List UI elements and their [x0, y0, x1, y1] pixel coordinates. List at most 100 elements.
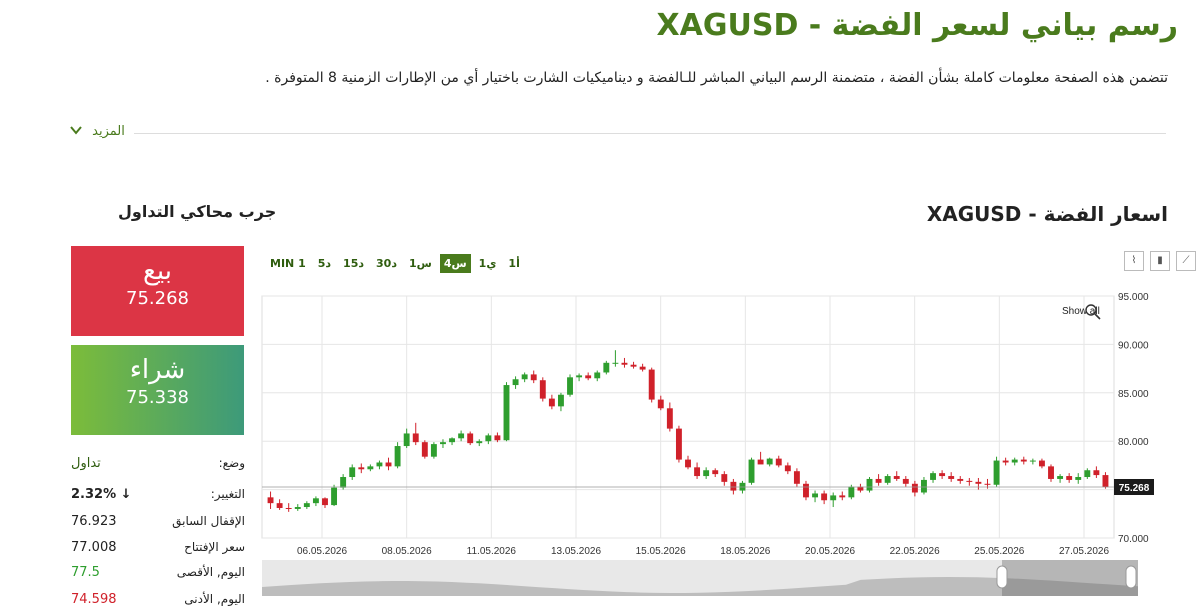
- navigator-handle-right[interactable]: [1125, 565, 1137, 589]
- more-row: المزيد: [70, 122, 1166, 144]
- candle-body: [748, 459, 755, 483]
- navigator-selection: [1002, 560, 1138, 596]
- open-value: 77.008: [71, 540, 117, 555]
- change-row: التغيير: 2.32% ↓: [71, 487, 247, 509]
- candle-body: [449, 438, 455, 443]
- timeframe-button[interactable]: 1س: [405, 254, 436, 273]
- divider: [134, 133, 1166, 134]
- candle-body: [385, 462, 392, 467]
- candle-body: [911, 483, 918, 493]
- candle-body: [1020, 459, 1027, 462]
- candle-body: [1048, 466, 1054, 479]
- candle-body: [340, 477, 347, 488]
- sell-label: بيع: [143, 256, 172, 286]
- candle-body: [403, 433, 410, 447]
- candle-body: [312, 498, 319, 504]
- candle-body: [648, 369, 655, 400]
- more-toggle[interactable]: المزيد: [70, 124, 125, 139]
- candle-body: [557, 394, 564, 407]
- candle-body: [322, 498, 328, 506]
- candle-body: [975, 481, 982, 484]
- x-tick-label: 20.05.2026: [805, 546, 855, 557]
- candle-body: [703, 470, 710, 477]
- timeframe-button[interactable]: MIN 1: [266, 254, 310, 273]
- status-row: وضع: تداول: [71, 456, 247, 478]
- candle-body: [603, 362, 610, 373]
- candle-body: [866, 478, 873, 491]
- timeframe-button[interactable]: 5د: [314, 254, 335, 273]
- plot-area: [261, 295, 1115, 539]
- candle-body: [921, 479, 927, 493]
- candle-body: [358, 467, 365, 470]
- candle-body: [530, 374, 537, 381]
- low-key: اليوم, الأدنى: [184, 592, 245, 606]
- price-chart[interactable]: 70.00075.00080.00085.00090.00095.00006.0…: [260, 286, 1160, 560]
- candle-body: [630, 364, 637, 367]
- line-chart-icon[interactable]: ⌇: [1124, 251, 1144, 271]
- high-key: اليوم, الأقصى: [176, 565, 245, 579]
- y-tick-label: 70.000: [1118, 534, 1149, 545]
- x-tick-label: 11.05.2026: [467, 546, 517, 557]
- page-description: تتضمن هذه الصفحة معلومات كاملة بشأن الفض…: [265, 70, 1168, 86]
- candle-body: [539, 380, 546, 399]
- candle-body: [367, 466, 374, 470]
- candle-body: [412, 433, 419, 443]
- show-all-label[interactable]: Show all: [1062, 306, 1100, 317]
- candlestick-chart-icon[interactable]: ▮: [1150, 251, 1170, 271]
- candle-body: [775, 458, 782, 466]
- chevron-down-icon: [70, 124, 82, 139]
- candle-body: [1057, 476, 1064, 479]
- more-label: المزيد: [92, 124, 125, 139]
- candle-body: [793, 471, 800, 484]
- candle-body: [675, 428, 682, 460]
- candle-body: [848, 486, 855, 498]
- timeframe-button[interactable]: 30د: [372, 254, 401, 273]
- candle-body: [984, 483, 991, 485]
- candle-body: [485, 435, 492, 442]
- x-tick-label: 13.05.2026: [551, 546, 601, 557]
- candle-body: [757, 459, 764, 465]
- navigator-handle-left[interactable]: [996, 565, 1008, 589]
- candle-body: [1038, 460, 1045, 467]
- y-tick-label: 90.000: [1118, 340, 1149, 351]
- candle-body: [1093, 470, 1100, 476]
- y-tick-label: 80.000: [1118, 437, 1149, 448]
- high-row: اليوم, الأقصى 77.5: [71, 565, 247, 587]
- trading-simulator-title: جرب محاكي التداول: [118, 202, 277, 221]
- buy-label: شراء: [129, 355, 186, 385]
- sell-button[interactable]: بيع 75.268: [71, 246, 244, 336]
- prev-close-key: الإقفال السابق: [172, 514, 245, 528]
- candle-body: [458, 433, 465, 439]
- candle-body: [812, 493, 819, 498]
- candle-body: [512, 379, 519, 386]
- candle-body: [612, 362, 619, 364]
- open-key: سعر الإفتتاح: [184, 540, 245, 554]
- x-tick-label: 18.05.2026: [720, 546, 770, 557]
- candle-body: [966, 480, 973, 482]
- timeframe-button[interactable]: 15د: [339, 254, 368, 273]
- candle-body: [494, 435, 501, 441]
- timeframe-button[interactable]: 4س: [439, 254, 471, 273]
- timeframe-button[interactable]: 1أ: [504, 254, 523, 273]
- candle-body: [349, 467, 356, 478]
- candle-body: [621, 362, 628, 365]
- candle-body: [902, 478, 909, 484]
- timeframe-selector: MIN 1 5د 15د 30د 1س 4س 1ي 1أ: [266, 252, 528, 273]
- candle-body: [585, 375, 592, 379]
- candle-body: [839, 495, 846, 498]
- chart-navigator[interactable]: [260, 560, 1150, 600]
- candle-body: [430, 444, 437, 457]
- area-chart-icon[interactable]: ⟋: [1176, 251, 1196, 271]
- timeframe-button[interactable]: 1ي: [475, 254, 501, 273]
- buy-price: 75.338: [126, 387, 189, 408]
- candle-body: [875, 478, 882, 483]
- candle-body: [830, 495, 837, 501]
- candle-body: [567, 377, 573, 395]
- candle-body: [666, 408, 673, 429]
- candle-body: [766, 458, 773, 465]
- candle-body: [521, 374, 528, 380]
- candle-body: [303, 503, 310, 508]
- buy-button[interactable]: شراء 75.338: [71, 345, 244, 435]
- sell-price: 75.268: [126, 288, 189, 309]
- page-title: رسم بياني لسعر الفضة - XAGUSD: [656, 8, 1179, 43]
